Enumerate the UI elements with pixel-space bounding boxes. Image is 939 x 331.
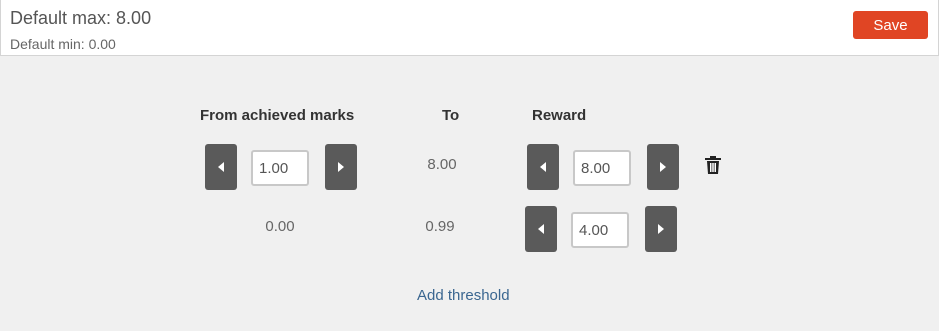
reward-increment-button[interactable] [645, 206, 677, 252]
default-max-label: Default max: 8.00 [10, 8, 152, 28]
arrow-left-icon [538, 224, 544, 234]
column-header-to: To [442, 107, 460, 124]
reward-input[interactable] [573, 150, 631, 186]
arrow-left-icon [218, 162, 224, 172]
header-bar: Default max: 8.00 Default min: 0.00 Save [0, 0, 939, 56]
from-increment-button[interactable] [325, 144, 357, 190]
save-button[interactable]: Save [853, 11, 928, 39]
add-threshold-link[interactable]: Add threshold [417, 287, 510, 304]
from-decrement-button[interactable] [205, 144, 237, 190]
arrow-left-icon [540, 162, 546, 172]
to-value: 8.00 [427, 156, 457, 173]
column-header-reward: Reward [532, 107, 587, 124]
to-value: 0.99 [425, 218, 455, 235]
reward-decrement-button[interactable] [525, 206, 557, 252]
from-input[interactable] [251, 150, 309, 186]
column-header-from: From achieved marks [200, 107, 355, 124]
trash-icon[interactable] [705, 156, 721, 174]
default-min-label: Default min: 0.00 [10, 36, 116, 52]
arrow-right-icon [660, 162, 666, 172]
arrow-right-icon [338, 162, 344, 172]
reward-increment-button[interactable] [647, 144, 679, 190]
from-value: 0.00 [265, 218, 295, 235]
reward-decrement-button[interactable] [527, 144, 559, 190]
reward-input[interactable] [571, 212, 629, 248]
arrow-right-icon [658, 224, 664, 234]
